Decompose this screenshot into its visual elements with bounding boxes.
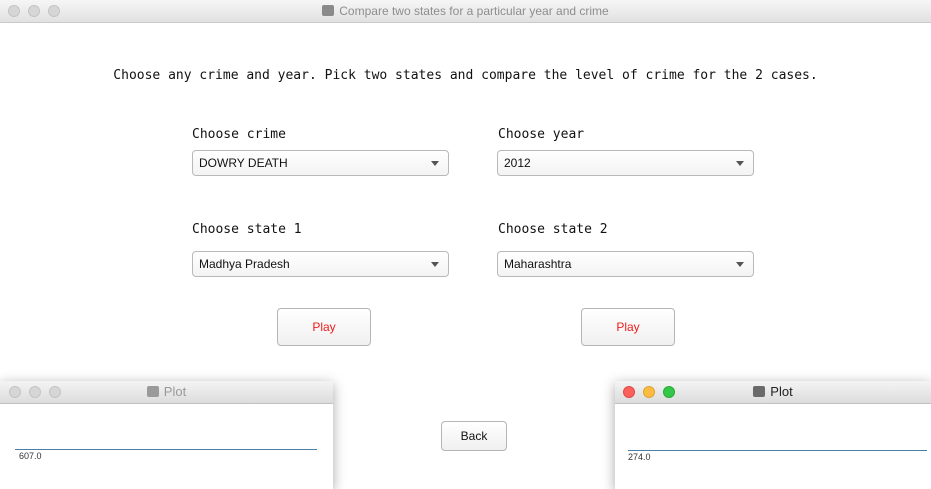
plot-value-label: 274.0: [628, 452, 651, 462]
close-window-icon[interactable]: [623, 386, 635, 398]
plot-title: Plot: [163, 384, 187, 399]
year-dropdown[interactable]: 2012: [497, 150, 754, 176]
plot-title-bar: Plot: [615, 381, 931, 404]
plot-line: [15, 449, 317, 450]
minimize-window-icon[interactable]: [643, 386, 655, 398]
app-icon: [753, 386, 766, 397]
zoom-window-icon[interactable]: [49, 386, 61, 398]
zoom-window-icon[interactable]: [663, 386, 675, 398]
plot-value-label: 607.0: [19, 451, 42, 461]
chevron-down-icon: [431, 161, 439, 166]
play-button-state1[interactable]: Play: [277, 308, 371, 346]
plot-line: [628, 450, 927, 451]
plot-title: Plot: [770, 384, 793, 399]
state1-dropdown-value: Madhya Pradesh: [199, 257, 290, 271]
plot-canvas: 274.0: [622, 409, 931, 489]
window-title: Compare two states for a particular year…: [339, 4, 609, 18]
instruction-text: Choose any crime and year. Pick two stat…: [113, 68, 818, 83]
app-icon: [322, 5, 335, 16]
close-window-icon[interactable]: [9, 386, 21, 398]
crime-dropdown-value: DOWRY DEATH: [199, 156, 288, 170]
chevron-down-icon: [431, 262, 439, 267]
plot-window-state1: Plot 607.0: [0, 381, 333, 489]
back-button[interactable]: Back: [441, 421, 507, 451]
plot-canvas: 607.0: [7, 409, 327, 489]
minimize-window-icon[interactable]: [29, 386, 41, 398]
play-button-state2[interactable]: Play: [581, 308, 675, 346]
crime-label: Choose crime: [192, 127, 286, 142]
chevron-down-icon: [736, 262, 744, 267]
state2-label: Choose state 2: [498, 222, 608, 237]
plot-window-state2: Plot 274.0: [615, 381, 931, 489]
title-bar: Compare two states for a particular year…: [0, 0, 931, 23]
app-icon: [146, 386, 159, 397]
state1-dropdown[interactable]: Madhya Pradesh: [192, 251, 449, 277]
state1-label: Choose state 1: [192, 222, 302, 237]
year-label: Choose year: [498, 127, 585, 142]
crime-dropdown[interactable]: DOWRY DEATH: [192, 150, 449, 176]
state2-dropdown[interactable]: Maharashtra: [497, 251, 754, 277]
year-dropdown-value: 2012: [504, 156, 531, 170]
state2-dropdown-value: Maharashtra: [504, 257, 572, 271]
plot-title-bar: Plot: [0, 381, 333, 404]
chevron-down-icon: [736, 161, 744, 166]
